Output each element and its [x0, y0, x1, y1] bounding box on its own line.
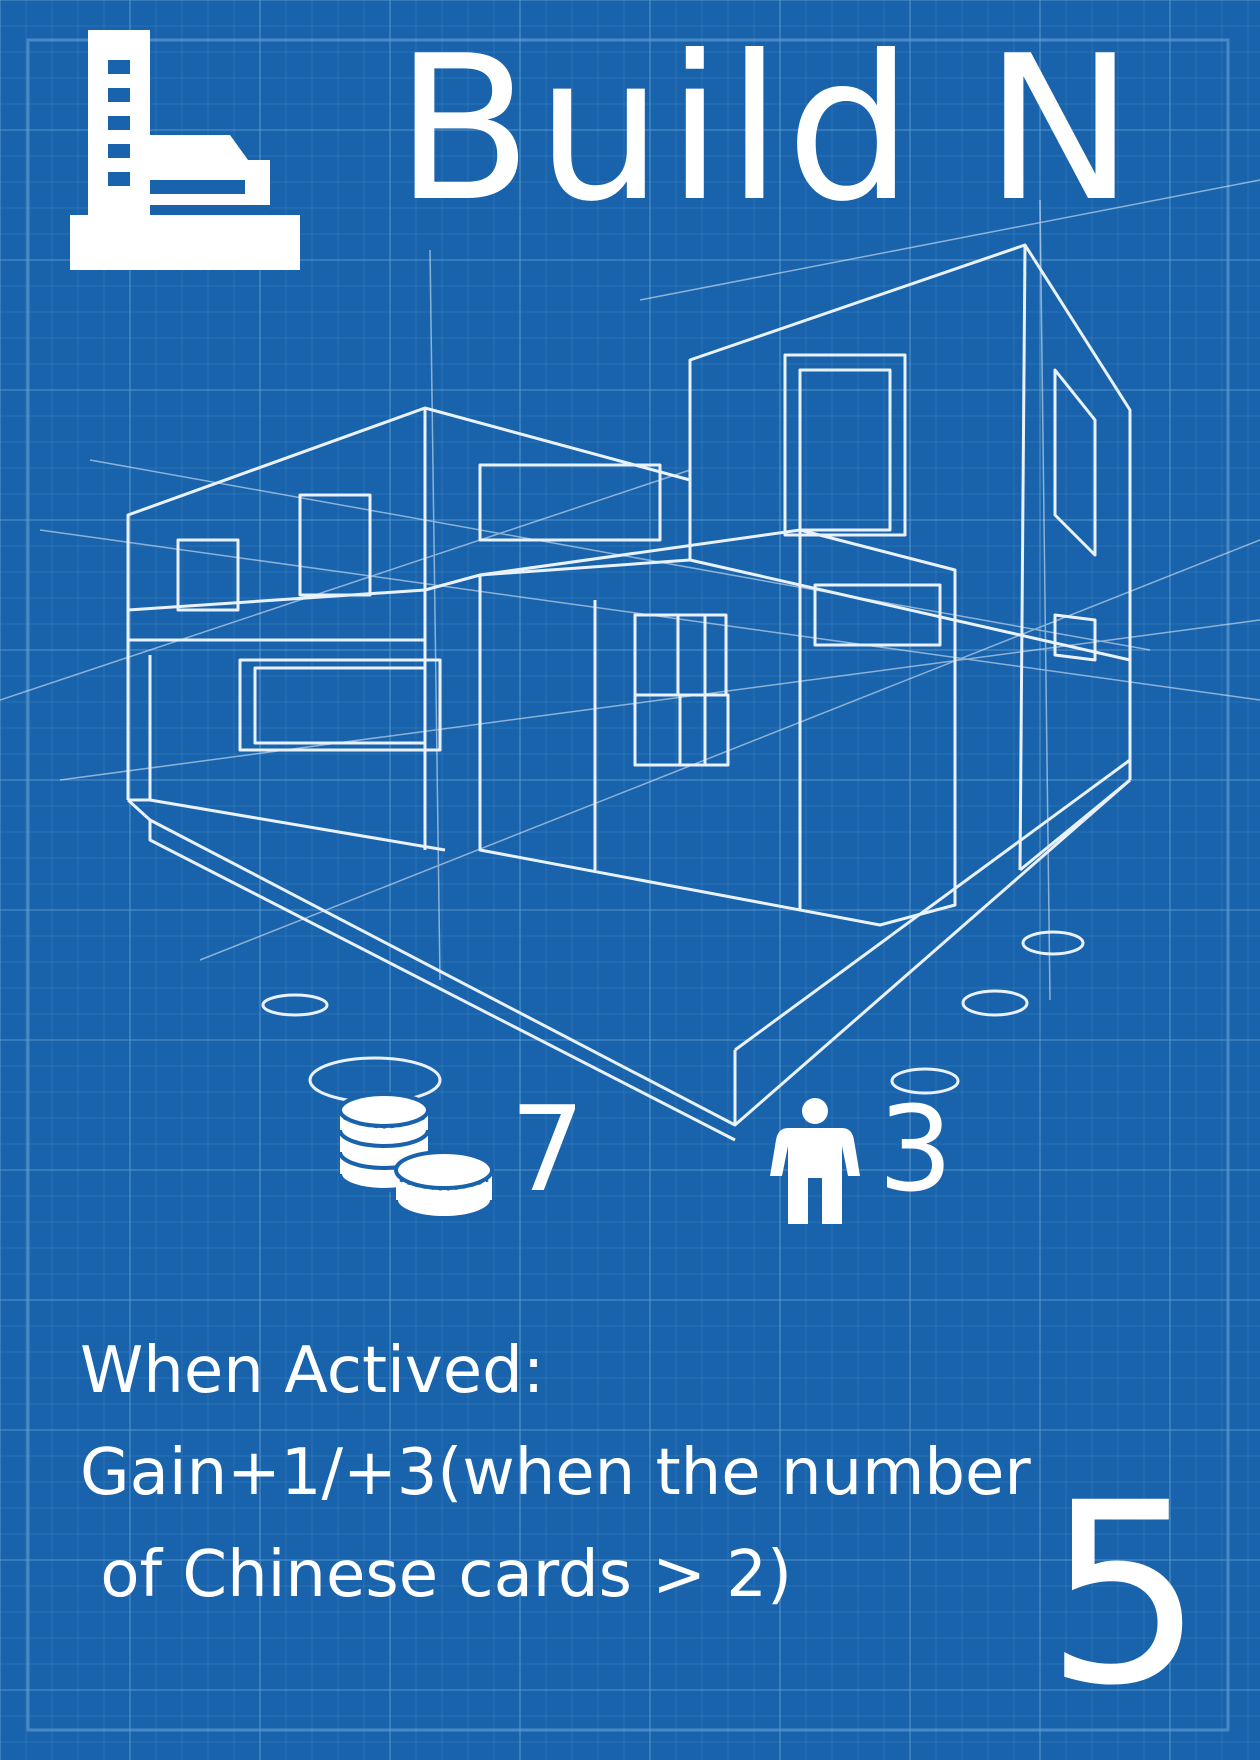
victory-points: 5 — [1045, 1449, 1205, 1740]
effect-line-1: When Actived: — [80, 1334, 545, 1408]
card-title: Build N — [395, 13, 1139, 246]
effect-line-3: of Chinese cards > 2) — [80, 1538, 792, 1612]
person-icon — [770, 1098, 860, 1224]
workers-value: 3 — [878, 1080, 954, 1218]
coins-icon — [338, 1092, 494, 1220]
effect-line-2: Gain+1/+3(when the number — [80, 1436, 1031, 1510]
effect-text: When Actived: Gain+1/+3(when the number … — [80, 1320, 1031, 1626]
building-icon — [70, 30, 300, 270]
cost-value: 7 — [510, 1080, 586, 1218]
game-card: Build N 7 3 When Actived: Gain+1/+3(when… — [0, 0, 1260, 1760]
